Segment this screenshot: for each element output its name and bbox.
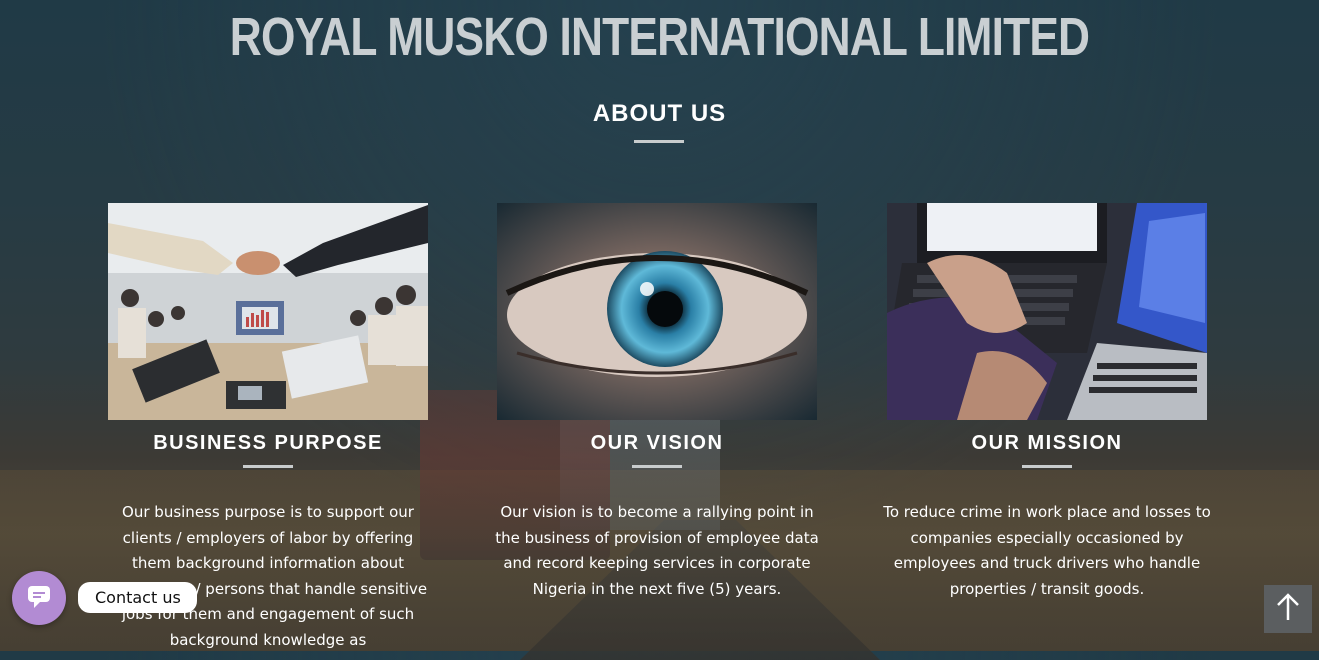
- scroll-to-top-button[interactable]: [1264, 585, 1312, 633]
- section-title: ABOUT US: [592, 100, 727, 127]
- business-purpose-text: Our business purpose is to support our c…: [108, 503, 428, 649]
- business-purpose-image: [108, 203, 428, 420]
- our-mission-image: [887, 203, 1207, 420]
- contact-us-button[interactable]: [12, 571, 66, 625]
- section-title-divider: [634, 140, 684, 143]
- chat-bubble-icon: [25, 582, 53, 614]
- our-mission-heading: OUR MISSION: [971, 432, 1123, 454]
- our-vision-text: Our vision is to become a rallying point…: [495, 503, 819, 598]
- our-vision-heading: OUR VISION: [590, 432, 724, 454]
- contact-us-label[interactable]: Contact us: [78, 582, 197, 613]
- arrow-up-icon: [1275, 592, 1301, 626]
- our-mission-text: To reduce crime in work place and losses…: [883, 503, 1211, 598]
- business-purpose-heading: BUSINESS PURPOSE: [153, 432, 383, 454]
- our-vision-divider: [632, 465, 682, 468]
- site-title: ROYAL MUSKO INTERNATIONAL LIMITED: [229, 7, 1090, 67]
- our-mission-divider: [1022, 465, 1072, 468]
- our-vision-image: [497, 203, 817, 420]
- business-purpose-divider: [243, 465, 293, 468]
